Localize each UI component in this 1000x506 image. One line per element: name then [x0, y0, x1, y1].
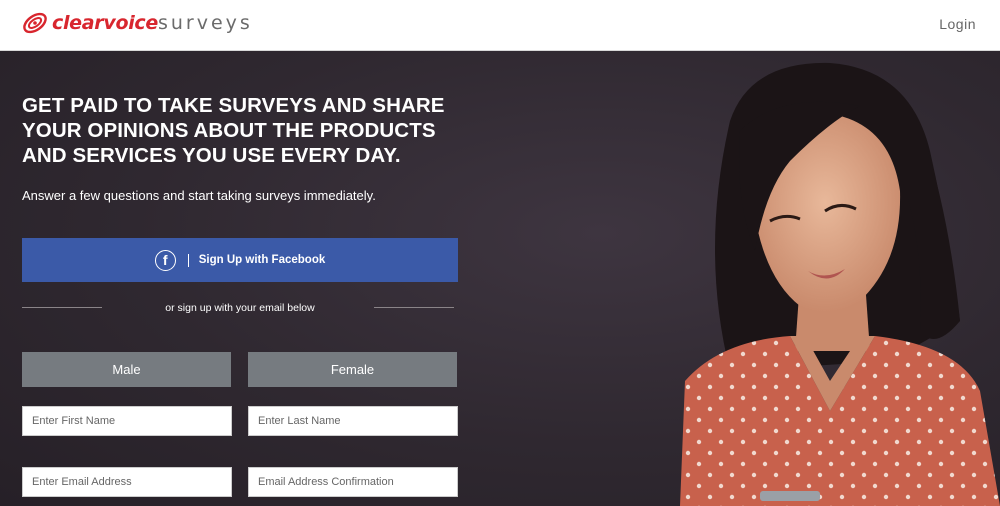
- facebook-button-separator: [187, 253, 189, 267]
- site-logo[interactable]: clearvoicesurveys: [20, 8, 253, 38]
- email-signup-divider-text: or sign up with your email below: [165, 302, 315, 314]
- hero-section: GET PAID TO TAKE SURVEYS AND SHARE YOUR …: [0, 51, 1000, 506]
- hero-subheading: Answer a few questions and start taking …: [22, 188, 376, 203]
- email-input[interactable]: [22, 467, 232, 497]
- gender-female-button[interactable]: Female: [248, 352, 457, 387]
- divider-line-left: [22, 307, 102, 308]
- hero-woman-image: [680, 62, 1000, 506]
- facebook-signup-button[interactable]: f Sign Up with Facebook: [22, 238, 458, 282]
- hero-headline: GET PAID TO TAKE SURVEYS AND SHARE YOUR …: [22, 94, 445, 167]
- divider-line-right: [374, 307, 454, 308]
- gender-male-button[interactable]: Male: [22, 352, 231, 387]
- email-confirmation-input[interactable]: [248, 467, 458, 497]
- logo-swirl-icon: [23, 12, 47, 34]
- top-navbar: clearvoicesurveys Login: [0, 0, 1000, 51]
- login-link[interactable]: Login: [939, 16, 976, 32]
- facebook-signup-label: Sign Up with Facebook: [198, 254, 326, 266]
- last-name-input[interactable]: [248, 406, 458, 436]
- first-name-input[interactable]: [22, 406, 232, 436]
- facebook-icon: f: [154, 249, 176, 271]
- logo-wordmark: clearvoicesurveys: [52, 12, 253, 34]
